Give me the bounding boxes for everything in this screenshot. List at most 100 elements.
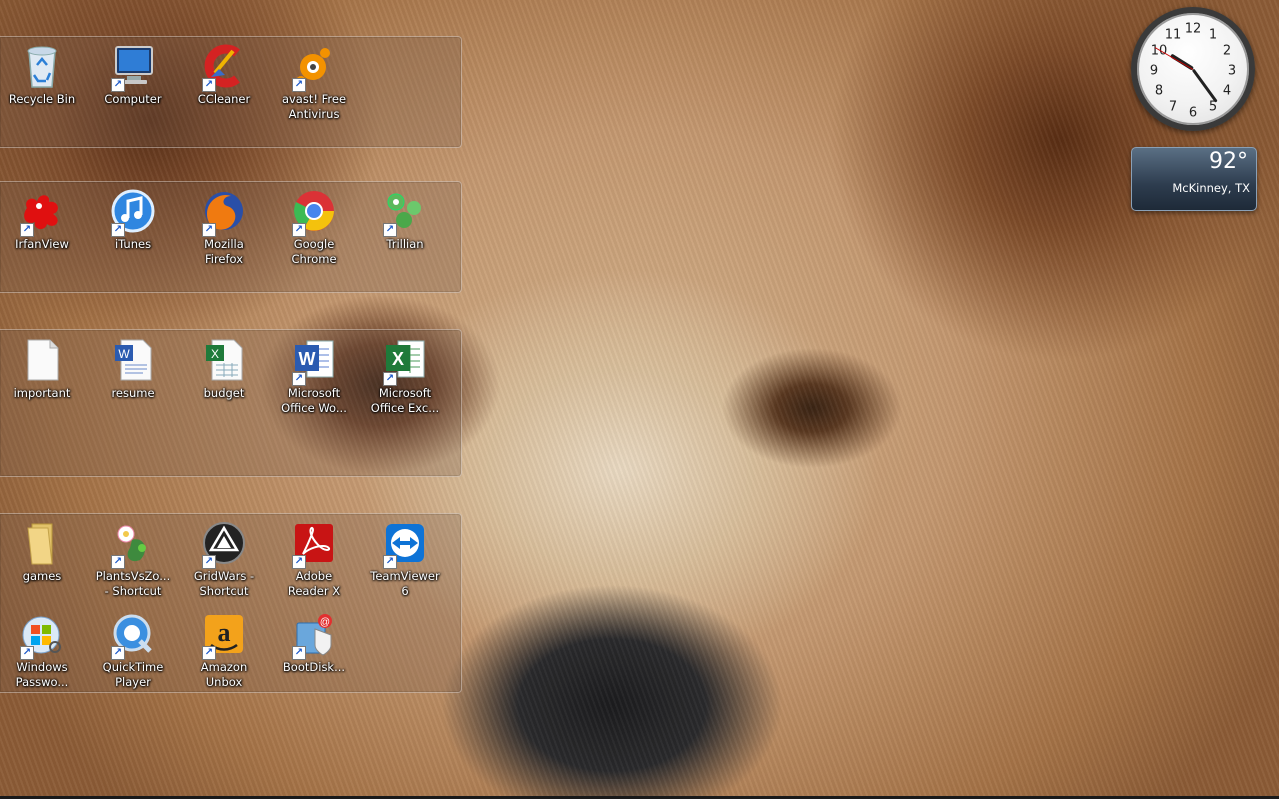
clock-minute-hand: [1191, 68, 1218, 103]
weather-gadget[interactable]: 92° McKinney, TX: [1131, 147, 1257, 211]
icon-label: GridWars - Shortcut: [193, 569, 255, 598]
svg-text:W: W: [299, 349, 316, 369]
shortcut-arrow-icon: ↗: [111, 223, 125, 237]
desktop-icon-firefox[interactable]: ↗ Mozilla Firefox: [181, 187, 267, 267]
desktop-icon-trillian[interactable]: ↗ Trillian: [362, 187, 448, 252]
desktop-icon-teamviewer[interactable]: ↗ TeamViewer 6: [362, 519, 448, 599]
icon-label: important: [13, 386, 71, 400]
desktop-icon-chrome[interactable]: ↗ Google Chrome: [271, 187, 357, 267]
icon-label: resume: [111, 386, 155, 400]
icon-label: Google Chrome: [291, 237, 337, 266]
svg-text:X: X: [392, 349, 404, 369]
clock-number: 4: [1222, 83, 1232, 99]
shortcut-arrow-icon: ↗: [292, 646, 306, 660]
desktop-icon-avast[interactable]: ↗ avast! Free Antivirus: [271, 42, 357, 122]
desktop-icon-resume[interactable]: W resume: [90, 336, 176, 401]
shortcut-arrow-icon: ↗: [383, 223, 397, 237]
icon-label: BootDisk...: [282, 660, 346, 674]
desktop-icon-important[interactable]: important: [0, 336, 85, 401]
clock-gadget[interactable]: 12 1 2 3 4 5 6 7 8 9 10 11: [1131, 7, 1255, 131]
desktop-icon-quicktime[interactable]: ↗ QuickTime Player: [90, 610, 176, 690]
quicktime-icon: ↗: [109, 610, 157, 660]
weather-location: McKinney, TX: [1172, 181, 1250, 195]
shortcut-arrow-icon: ↗: [111, 555, 125, 569]
icon-label: Microsoft Office Wo...: [281, 386, 347, 415]
clock-number: 11: [1164, 27, 1182, 43]
avast-icon: ↗: [290, 42, 338, 92]
teamviewer-icon: ↗: [381, 519, 429, 569]
shortcut-arrow-icon: ↗: [20, 223, 34, 237]
desktop-icon-excel[interactable]: X ↗ Microsoft Office Exc...: [362, 336, 448, 416]
shortcut-arrow-icon: ↗: [292, 78, 306, 92]
bootdisk-icon: @ ↗: [290, 610, 338, 660]
icon-label: Computer: [104, 92, 162, 106]
desktop-icon-adobe-reader[interactable]: ↗ Adobe Reader X: [271, 519, 357, 599]
desktop-icon-irfanview[interactable]: ↗ IrfanView: [0, 187, 85, 252]
icon-label: TeamViewer 6: [370, 569, 440, 598]
shortcut-arrow-icon: ↗: [292, 372, 306, 386]
ccleaner-icon: ↗: [200, 42, 248, 92]
svg-text:W: W: [118, 347, 130, 361]
recycle-bin-icon: [18, 42, 66, 90]
desktop-icon-plants-vs-zombies[interactable]: ↗ PlantsVsZo... - Shortcut: [90, 519, 176, 599]
desktop-icon-recycle-bin[interactable]: Recycle Bin: [0, 42, 85, 107]
icon-label: games: [22, 569, 62, 583]
icon-label: iTunes: [114, 237, 152, 251]
firefox-icon: ↗: [200, 187, 248, 237]
svg-text:@: @: [320, 617, 330, 628]
chrome-icon: ↗: [290, 187, 338, 237]
trillian-icon: ↗: [381, 187, 429, 237]
shortcut-arrow-icon: ↗: [383, 555, 397, 569]
shortcut-arrow-icon: ↗: [292, 223, 306, 237]
shortcut-arrow-icon: ↗: [292, 555, 306, 569]
icon-label: Amazon Unbox: [200, 660, 248, 689]
clock-number: 5: [1208, 99, 1218, 115]
desktop-icon-ccleaner[interactable]: ↗ CCleaner: [181, 42, 267, 107]
irfanview-icon: ↗: [18, 187, 66, 237]
desktop-icon-word[interactable]: W ↗ Microsoft Office Wo...: [271, 336, 357, 416]
desktop-icon-budget[interactable]: X budget: [181, 336, 267, 401]
clock-number: 3: [1227, 63, 1237, 79]
windows-password-icon: ↗: [18, 610, 66, 660]
icon-label: PlantsVsZo... - Shortcut: [95, 569, 171, 598]
desktop-icon-amazon-unbox[interactable]: a ↗ Amazon Unbox: [181, 610, 267, 690]
shortcut-arrow-icon: ↗: [202, 78, 216, 92]
clock-number: 8: [1154, 83, 1164, 99]
svg-text:a: a: [218, 618, 231, 647]
svg-text:X: X: [211, 347, 219, 361]
text-document-icon: [18, 336, 66, 384]
amazon-unbox-icon: a ↗: [200, 610, 248, 660]
clock-number: 6: [1188, 105, 1198, 121]
weather-temperature: 92°: [1209, 149, 1248, 174]
desktop-icon-gridwars[interactable]: ↗ GridWars - Shortcut: [181, 519, 267, 599]
word-document-icon: W: [109, 336, 157, 384]
desktop-icon-games[interactable]: games: [0, 519, 85, 584]
desktop-icon-windows-password[interactable]: ↗ Windows Passwo...: [0, 610, 85, 690]
plants-vs-zombies-icon: ↗: [109, 519, 157, 569]
icon-label: Mozilla Firefox: [204, 237, 244, 266]
shortcut-arrow-icon: ↗: [202, 646, 216, 660]
desktop-icon-bootdisk[interactable]: @ ↗ BootDisk...: [271, 610, 357, 675]
icon-label: QuickTime Player: [102, 660, 164, 689]
shortcut-arrow-icon: ↗: [202, 223, 216, 237]
clock-number: 9: [1149, 63, 1159, 79]
clock-number: 7: [1168, 99, 1178, 115]
desktop-icon-itunes[interactable]: ↗ iTunes: [90, 187, 176, 252]
icon-label: Microsoft Office Exc...: [370, 386, 440, 415]
excel-document-icon: X: [200, 336, 248, 384]
clock-number: 12: [1184, 21, 1202, 37]
desktop-icon-computer[interactable]: ↗ Computer: [90, 42, 176, 107]
excel-icon: X ↗: [381, 336, 429, 386]
icon-label: Windows Passwo...: [15, 660, 69, 689]
computer-icon: ↗: [109, 42, 157, 92]
icon-label: CCleaner: [197, 92, 251, 106]
shortcut-arrow-icon: ↗: [202, 555, 216, 569]
icon-label: IrfanView: [15, 237, 69, 251]
clock-number: 2: [1222, 43, 1232, 59]
shortcut-arrow-icon: ↗: [20, 646, 34, 660]
icon-label: Adobe Reader X: [287, 569, 341, 598]
folder-icon: [18, 519, 66, 567]
icon-label: Trillian: [386, 237, 424, 251]
gridwars-icon: ↗: [200, 519, 248, 569]
icon-label: Recycle Bin: [8, 92, 76, 106]
